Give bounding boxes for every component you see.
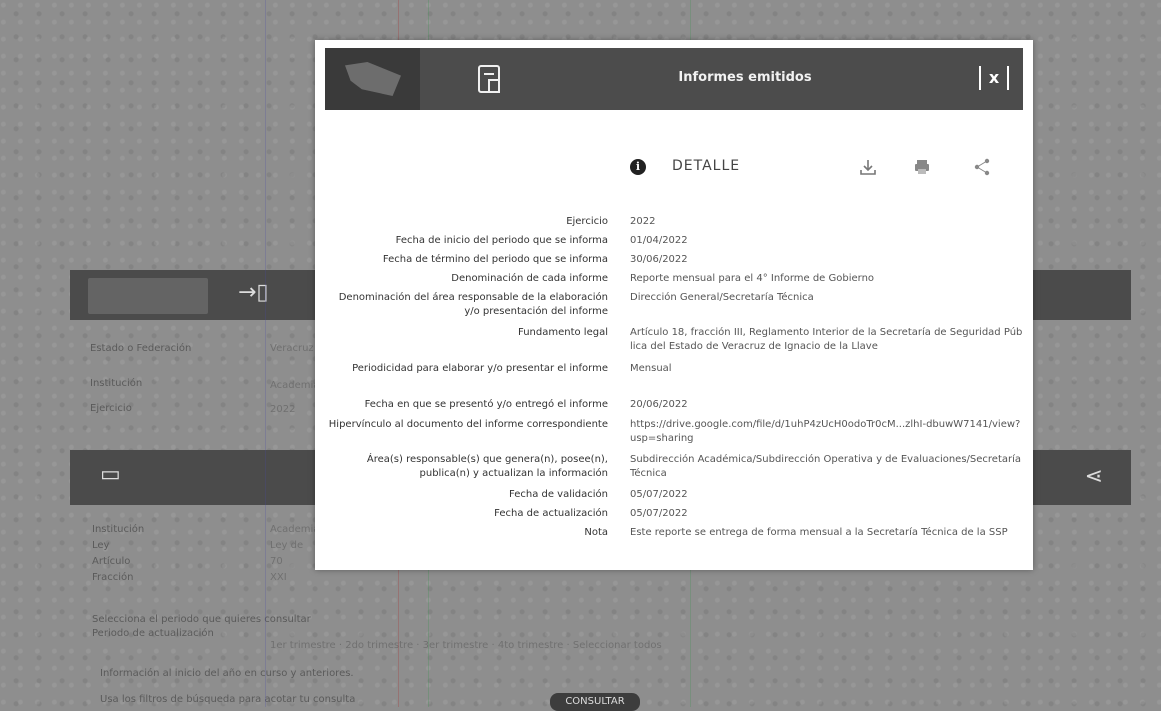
list-label-1: Ley	[92, 540, 110, 551]
detail-value-ejercicio: 2022	[630, 216, 656, 227]
arrow-document-icon: →▯	[238, 280, 269, 305]
detail-value-fecha-termino: 30/06/2022	[630, 254, 688, 265]
periodo-options[interactable]: 1er trimestre · 2do trimestre · 3er trim…	[270, 640, 662, 651]
list-value-3: XXI	[270, 572, 287, 583]
info-line-1: Información al inicio del año en curso y…	[100, 668, 354, 679]
ejercicio-value[interactable]: 2022	[270, 404, 295, 415]
detail-value-actualizacion: 05/07/2022	[630, 508, 688, 519]
detail-label-denominacion: Denominación de cada informe	[451, 273, 608, 284]
list-label-0: Institución	[92, 524, 145, 535]
modal-header: Informes emitidos x	[325, 48, 1023, 110]
detail-label-areas: Área(s) responsable(s) que genera(n), po…	[366, 454, 608, 479]
scan-streak	[265, 0, 266, 707]
print-icon[interactable]	[912, 157, 932, 177]
list-value-1: Ley de	[270, 540, 304, 551]
detail-value-fundamento: Artículo 18, fracción III, Reglamento In…	[630, 327, 1023, 352]
detail-value-denominacion: Reporte mensual para el 4° Informe de Go…	[630, 273, 875, 284]
detail-label-fecha-entrega: Fecha en que se presentó y/o entregó el …	[364, 399, 608, 410]
estado-label: Estado o Federación	[90, 343, 192, 354]
document-icon	[478, 65, 500, 93]
detail-label-ejercicio: Ejercicio	[566, 216, 608, 227]
detail-value-periodicidad: Mensual	[630, 363, 672, 374]
detail-value-areas: Subdirección Académica/Subdirección Oper…	[630, 454, 1022, 479]
consultar-button[interactable]: CONSULTAR	[550, 693, 640, 711]
detail-label-nota: Nota	[584, 527, 608, 538]
periodo-label: Periodo de actualización	[92, 628, 214, 639]
detail-toolbar: i DETALLE	[630, 155, 1010, 183]
detail-label-fecha-termino: Fecha de término del periodo que se info…	[382, 254, 608, 265]
list-label-3: Fracción	[92, 572, 134, 583]
detail-value-area-responsable: Dirección General/Secretaría Técnica	[630, 292, 814, 303]
detail-value-fecha-entrega: 20/06/2022	[630, 399, 688, 410]
detail-label-periodicidad: Periodicidad para elaborar y/o presentar…	[352, 363, 608, 374]
detail-value-nota: Este reporte se entrega de forma mensual…	[630, 527, 1008, 538]
estado-value[interactable]: Veracruz	[270, 343, 314, 354]
state-logo	[88, 278, 208, 314]
info-icon: i	[630, 159, 646, 175]
detail-label-area-responsable: Denominación del área responsable de la …	[338, 292, 608, 317]
download-icon[interactable]	[858, 157, 878, 177]
share-icon[interactable]: ⋖	[1085, 464, 1103, 489]
list-value-0: Academia	[270, 524, 320, 535]
detail-label-validacion: Fecha de validación	[509, 489, 608, 500]
state-logo	[325, 48, 420, 110]
modal-title: Informes emitidos	[678, 70, 812, 85]
detail-label-fecha-inicio: Fecha de inicio del periodo que se infor…	[395, 235, 608, 246]
detail-value-validacion: 05/07/2022	[630, 489, 688, 500]
detail-label-actualizacion: Fecha de actualización	[494, 508, 608, 519]
detail-label: DETALLE	[672, 158, 741, 174]
institucion-label: Institución	[90, 378, 143, 389]
periodo-prompt: Selecciona el periodo que quieres consul…	[92, 614, 311, 625]
detail-value-fecha-inicio: 01/04/2022	[630, 235, 688, 246]
share-icon[interactable]	[972, 157, 992, 177]
detail-label-hipervinculo: Hipervínculo al documento del informe co…	[328, 419, 608, 430]
info-line-2: Usa los filtros de búsqueda para acotar …	[100, 694, 356, 705]
institucion-value[interactable]: Academia	[270, 380, 319, 391]
close-button[interactable]: x	[979, 66, 1009, 90]
list-label-2: Artículo	[92, 556, 131, 567]
detail-link-hipervinculo[interactable]: https://drive.google.com/file/d/1uhP4zUc…	[630, 418, 1025, 446]
informes-modal: Informes emitidos x i DETALLE Ejercicio …	[315, 40, 1033, 570]
document-icon: ▭	[100, 462, 121, 487]
ejercicio-label: Ejercicio	[90, 403, 132, 414]
list-value-2: 70	[270, 556, 283, 567]
detail-label-fundamento: Fundamento legal	[518, 327, 608, 338]
